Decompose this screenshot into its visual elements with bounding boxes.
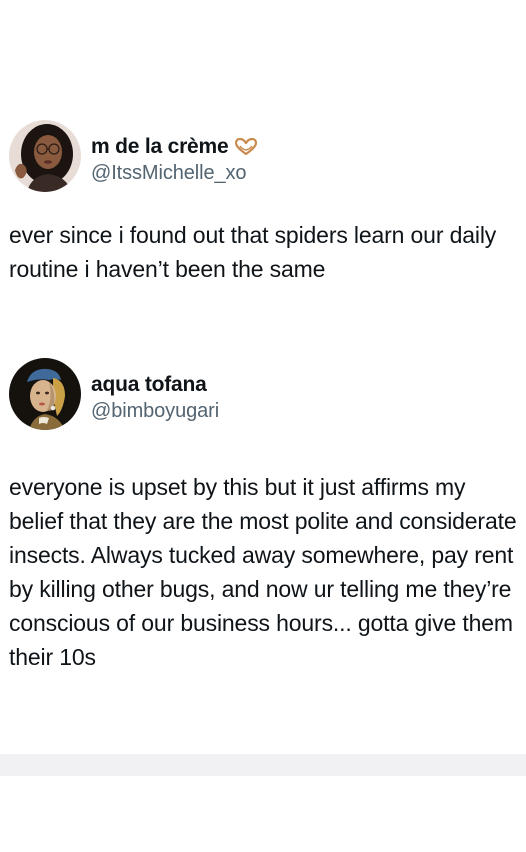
avatar[interactable]	[9, 120, 81, 192]
avatar-image	[9, 358, 81, 430]
post-2: aqua tofana @bimboyugari everyone is ups…	[0, 356, 526, 670]
name-line: aqua tofana	[91, 372, 207, 398]
post-text: everyone is upset by this but it just af…	[9, 474, 517, 670]
name-line: m de la crème	[91, 134, 258, 160]
avatar[interactable]	[9, 358, 81, 430]
bottom-divider	[0, 754, 526, 776]
post-header: m de la crème @ItssMichelle_xo	[0, 118, 526, 198]
post-header: aqua tofana @bimboyugari	[0, 356, 526, 436]
handle[interactable]: @ItssMichelle_xo	[91, 162, 247, 185]
post-text: ever since i found out that spiders lear…	[9, 222, 497, 282]
heart-hands-icon	[235, 137, 258, 156]
avatar-image	[9, 120, 81, 192]
display-name[interactable]: m de la crème	[91, 135, 229, 159]
display-name[interactable]: aqua tofana	[91, 373, 207, 397]
post-1: m de la crème @ItssMichelle_xo ever sinc…	[0, 118, 526, 282]
handle[interactable]: @bimboyugari	[91, 400, 219, 423]
